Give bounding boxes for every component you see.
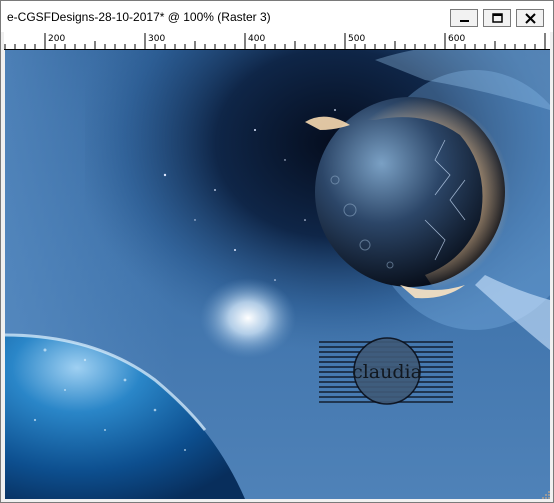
minimize-icon bbox=[460, 20, 469, 22]
close-button[interactable] bbox=[516, 9, 544, 27]
maximize-icon bbox=[492, 13, 503, 23]
ruler-label-300: 300 bbox=[148, 34, 166, 44]
horizontal-ruler: 200 300 400 500 600 bbox=[4, 32, 550, 50]
ruler-label-200: 200 bbox=[48, 34, 66, 44]
space-scene-image: claudia bbox=[5, 50, 550, 499]
close-icon bbox=[525, 13, 536, 24]
ruler-ticks bbox=[4, 33, 546, 49]
image-window: e-CGSFDesigns-28-10-2017* @ 100% (Raster… bbox=[0, 0, 554, 503]
ruler-label-600: 600 bbox=[448, 34, 466, 44]
image-canvas[interactable]: claudia bbox=[5, 50, 550, 499]
ruler-label-500: 500 bbox=[348, 34, 366, 44]
title-bar[interactable]: e-CGSFDesigns-28-10-2017* @ 100% (Raster… bbox=[1, 1, 553, 32]
resize-grip-icon[interactable] bbox=[541, 490, 551, 500]
window-title: e-CGSFDesigns-28-10-2017* @ 100% (Raster… bbox=[7, 10, 271, 24]
watermark-text: claudia bbox=[352, 361, 422, 383]
ruler-label-400: 400 bbox=[248, 34, 266, 44]
maximize-button[interactable] bbox=[483, 9, 511, 27]
light-glow bbox=[200, 278, 296, 358]
minimize-button[interactable] bbox=[450, 9, 478, 27]
